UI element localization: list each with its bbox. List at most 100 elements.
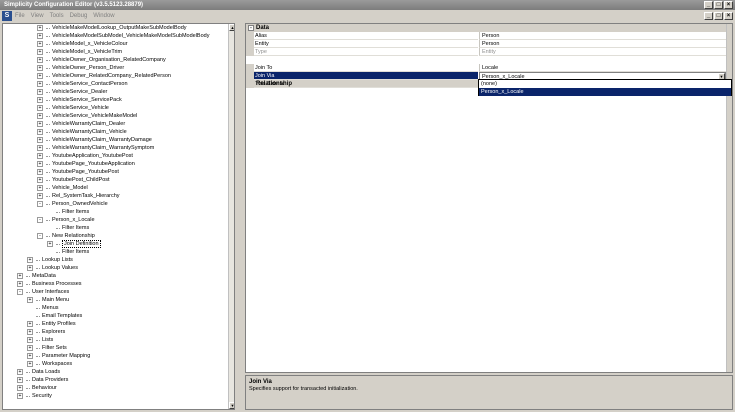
tree-item[interactable]: - User Interfaces xyxy=(3,288,223,296)
expand-icon[interactable]: + xyxy=(37,73,43,79)
tree-item[interactable]: + Entity Profiles xyxy=(3,320,223,328)
expand-icon[interactable]: + xyxy=(27,321,33,327)
expand-icon[interactable]: + xyxy=(37,65,43,71)
expand-icon[interactable]: + xyxy=(37,161,43,167)
expand-icon[interactable]: + xyxy=(37,113,43,119)
tree-item[interactable]: + Join Definition xyxy=(3,240,223,248)
expand-icon[interactable]: + xyxy=(37,169,43,175)
expand-icon[interactable]: + xyxy=(27,337,33,343)
menu-debug[interactable]: Debug xyxy=(70,13,88,19)
tree-item[interactable]: - Person_x_Locale xyxy=(3,216,223,224)
tree-item[interactable]: + Data Providers xyxy=(3,376,223,384)
expand-icon[interactable]: + xyxy=(37,153,43,159)
tree-item[interactable]: + Security xyxy=(3,392,223,400)
tree-item[interactable]: Filter Items xyxy=(3,208,223,216)
expand-icon[interactable]: + xyxy=(37,185,43,191)
tree-item[interactable]: + VehicleWarrantyClaim_Dealer xyxy=(3,120,223,128)
expand-icon[interactable]: + xyxy=(27,361,33,367)
scroll-up-icon[interactable]: ▲ xyxy=(229,24,234,31)
expand-icon[interactable]: + xyxy=(37,97,43,103)
expand-icon[interactable]: + xyxy=(27,265,33,271)
expand-icon[interactable]: + xyxy=(37,57,43,63)
expand-icon[interactable]: + xyxy=(27,353,33,359)
tree-item[interactable]: + VehicleOwner_Person_Driver xyxy=(3,64,223,72)
expand-icon[interactable]: + xyxy=(47,241,53,247)
maximize-button[interactable]: □ xyxy=(714,1,723,9)
tree-item[interactable]: + VehicleModel_x_VehicleTrim xyxy=(3,48,223,56)
doc-minimize-button[interactable]: _ xyxy=(704,12,713,20)
tree-item[interactable]: + Data Loads xyxy=(3,368,223,376)
property-row[interactable]: Alias Person xyxy=(246,32,726,40)
tree-item[interactable]: + VehicleModel_x_VehicleColour xyxy=(3,40,223,48)
expand-icon[interactable]: + xyxy=(37,177,43,183)
collapse-icon[interactable]: - xyxy=(37,217,43,223)
tree-item[interactable]: + YoutubePage_YoutubePost xyxy=(3,168,223,176)
expand-icon[interactable]: + xyxy=(37,137,43,143)
minimize-button[interactable]: _ xyxy=(704,1,713,9)
dropdown-option[interactable]: (none) xyxy=(479,80,731,88)
tree-item[interactable]: + VehicleService_VehicleMakeModel xyxy=(3,112,223,120)
tree-item[interactable]: + VehicleService_Vehicle xyxy=(3,104,223,112)
expand-icon[interactable]: + xyxy=(27,257,33,263)
property-row[interactable]: Entity Person xyxy=(246,40,726,48)
expand-icon[interactable]: + xyxy=(27,329,33,335)
tree-item[interactable]: Menus xyxy=(3,304,223,312)
expand-icon[interactable]: + xyxy=(37,105,43,111)
property-value[interactable]: Person xyxy=(479,32,726,40)
scroll-down-icon[interactable]: ▼ xyxy=(229,402,234,409)
join-via-dropdown-list[interactable]: (none) Person_x_Locale xyxy=(478,79,732,96)
collapse-icon[interactable]: - xyxy=(37,201,43,207)
close-button[interactable]: × xyxy=(724,1,733,9)
tree-item[interactable]: + Lookup Lists xyxy=(3,256,223,264)
expand-icon[interactable]: + xyxy=(27,297,33,303)
collapse-icon[interactable]: - xyxy=(17,289,23,295)
expand-icon[interactable]: + xyxy=(37,121,43,127)
property-grid[interactable]: - Data Alias Person Entity Person Type Entity… xyxy=(245,23,733,373)
tree-item[interactable]: + Main Menu xyxy=(3,296,223,304)
expand-icon[interactable]: + xyxy=(37,129,43,135)
tree-item[interactable]: + VehicleOwner_RelatedCompany_RelatedPers… xyxy=(3,72,223,80)
tree-item[interactable]: + Explorers xyxy=(3,328,223,336)
tree-item[interactable]: + Business Processes xyxy=(3,280,223,288)
property-value[interactable]: Person xyxy=(479,40,726,48)
tree-item[interactable]: + YoutubePage_YoutubeApplication xyxy=(3,160,223,168)
expand-icon[interactable]: + xyxy=(17,281,23,287)
doc-close-button[interactable]: × xyxy=(724,12,733,20)
tree-item[interactable]: Filter Items xyxy=(3,224,223,232)
property-row[interactable]: Type Entity xyxy=(246,48,726,56)
tree-item[interactable]: + Parameter Mapping xyxy=(3,352,223,360)
expand-icon[interactable]: + xyxy=(17,273,23,279)
tree-item[interactable]: + VehicleWarrantyClaim_Vehicle xyxy=(3,128,223,136)
expand-icon[interactable]: + xyxy=(37,41,43,47)
property-value[interactable]: Locale xyxy=(479,64,726,72)
tree-item[interactable]: + Rel_SystemTask_Hierarchy xyxy=(3,192,223,200)
menu-view[interactable]: View xyxy=(31,13,44,19)
expand-icon[interactable]: + xyxy=(37,49,43,55)
configuration-tree[interactable]: + VehicleMakeModelLookup_OutputMakeSubMod… xyxy=(2,23,235,410)
tree-item[interactable]: Filter Items xyxy=(3,248,223,256)
expand-icon[interactable]: + xyxy=(17,369,23,375)
menu-window[interactable]: Window xyxy=(93,13,114,19)
dropdown-option[interactable]: Person_x_Locale xyxy=(479,88,731,96)
tree-item[interactable]: - Person_OwnedVehicle xyxy=(3,200,223,208)
property-row[interactable]: Join To Locale xyxy=(246,64,726,72)
expand-icon[interactable]: + xyxy=(17,385,23,391)
tree-item[interactable]: + VehicleMakeModelLookup_OutputMakeSubMod… xyxy=(3,24,223,32)
tree-item[interactable]: + YoutubeApplication_YoutubePost xyxy=(3,152,223,160)
tree-item[interactable]: Email Templates xyxy=(3,312,223,320)
tree-item[interactable]: + VehicleService_ServicePack xyxy=(3,96,223,104)
expand-icon[interactable]: + xyxy=(27,345,33,351)
tree-item[interactable]: + VehicleWarrantyClaim_WarrantySymptom xyxy=(3,144,223,152)
tree-item[interactable]: + VehicleMakeModelSubModel_VehicleMakeMod… xyxy=(3,32,223,40)
tree-item[interactable]: - New Relationship xyxy=(3,232,223,240)
property-value[interactable]: Entity xyxy=(479,48,726,56)
doc-restore-button[interactable]: □ xyxy=(714,12,723,20)
tree-item[interactable]: + VehicleService_ContactPerson xyxy=(3,80,223,88)
collapse-icon[interactable]: - xyxy=(37,233,43,239)
tree-item[interactable]: + MetaData xyxy=(3,272,223,280)
expand-icon[interactable]: + xyxy=(37,89,43,95)
collapse-icon[interactable]: - xyxy=(248,25,254,31)
expand-icon[interactable]: + xyxy=(17,377,23,383)
tree-item[interactable]: + Vehicle_Model xyxy=(3,184,223,192)
tree-item[interactable]: + Lists xyxy=(3,336,223,344)
